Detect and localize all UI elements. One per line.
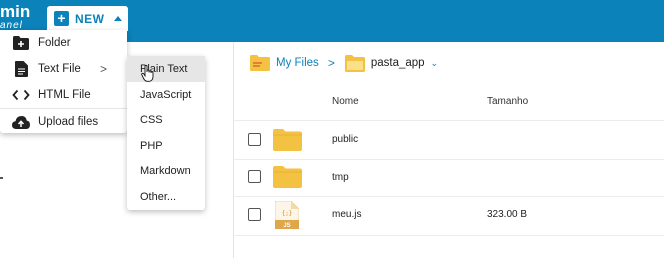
js-badge: JS <box>283 223 290 229</box>
row-checkbox[interactable] <box>248 208 261 221</box>
plus-icon: + <box>54 11 69 26</box>
menu-item-label: Folder <box>38 37 71 49</box>
table-row[interactable]: tmp <box>234 160 664 198</box>
row-divider <box>234 235 664 236</box>
submenu-item-php[interactable]: PHP <box>127 133 205 159</box>
folder-icon <box>250 55 270 71</box>
breadcrumb-my-files[interactable]: My Files <box>276 57 319 69</box>
submenu-item-label: CSS <box>140 114 163 126</box>
folder-icon <box>273 129 302 151</box>
submenu-item-css[interactable]: CSS <box>127 107 205 133</box>
javascript-file-icon: {;} JS <box>275 201 299 229</box>
folder-icon <box>273 166 302 188</box>
new-button-label: NEW <box>75 11 105 26</box>
column-header-name[interactable]: Nome <box>332 96 359 107</box>
text-file-icon <box>12 60 30 78</box>
menu-item-label: HTML File <box>38 89 91 101</box>
breadcrumb-current[interactable]: pasta_app <box>371 57 425 69</box>
menu-item-label: Text File <box>38 63 81 75</box>
column-header-size[interactable]: Tamanho <box>487 96 528 107</box>
submenu-item-plain-text[interactable]: Plain Text <box>127 56 205 82</box>
new-button[interactable]: + NEW <box>47 6 128 31</box>
submenu-item-javascript[interactable]: JavaScript <box>127 82 205 108</box>
new-dropdown-menu: Folder Text File > HTML File Upload file… <box>0 30 127 133</box>
chevron-down-icon[interactable]: ⌄ <box>431 58 439 69</box>
submenu-item-label: JavaScript <box>140 89 192 101</box>
cloud-upload-icon <box>12 113 30 131</box>
code-icon <box>12 86 30 104</box>
row-name: tmp <box>332 172 349 183</box>
hand-pointer-icon <box>141 65 154 82</box>
row-name: public <box>332 134 359 145</box>
js-glyph: {;} <box>282 210 293 217</box>
menu-item-label: Upload files <box>38 116 99 128</box>
row-checkbox[interactable] <box>248 133 261 146</box>
row-size: 323.00 B <box>487 209 528 220</box>
menu-item-upload-files[interactable]: Upload files <box>0 109 127 135</box>
row-name: meu.js <box>332 209 362 220</box>
row-checkbox[interactable] <box>248 170 261 183</box>
submenu-item-label: Other... <box>140 191 177 203</box>
submenu-item-label: Markdown <box>140 165 191 177</box>
chevron-right-icon: > <box>100 62 108 76</box>
menu-item-text-file[interactable]: Text File > <box>0 56 127 82</box>
caret-up-icon <box>113 16 122 21</box>
breadcrumb: My Files > pasta_app ⌄ <box>250 52 438 74</box>
table-row[interactable]: {;} JS meu.js 323.00 B <box>234 197 664 235</box>
brand-title: min <box>0 2 31 21</box>
submenu-item-markdown[interactable]: Markdown <box>127 158 205 184</box>
open-folder-icon <box>344 54 365 72</box>
chevron-right-icon: > <box>327 56 335 70</box>
submenu-item-other[interactable]: Other... <box>127 184 205 210</box>
text-file-submenu: Plain Text JavaScript CSS PHP Markdown O… <box>127 56 205 210</box>
submenu-item-label: PHP <box>140 140 163 152</box>
menu-item-folder[interactable]: Folder <box>0 30 127 56</box>
sidebar-fragment <box>0 177 3 179</box>
menu-item-html-file[interactable]: HTML File <box>0 82 127 108</box>
folder-plus-icon <box>12 34 30 52</box>
table-row[interactable]: public <box>234 121 664 159</box>
